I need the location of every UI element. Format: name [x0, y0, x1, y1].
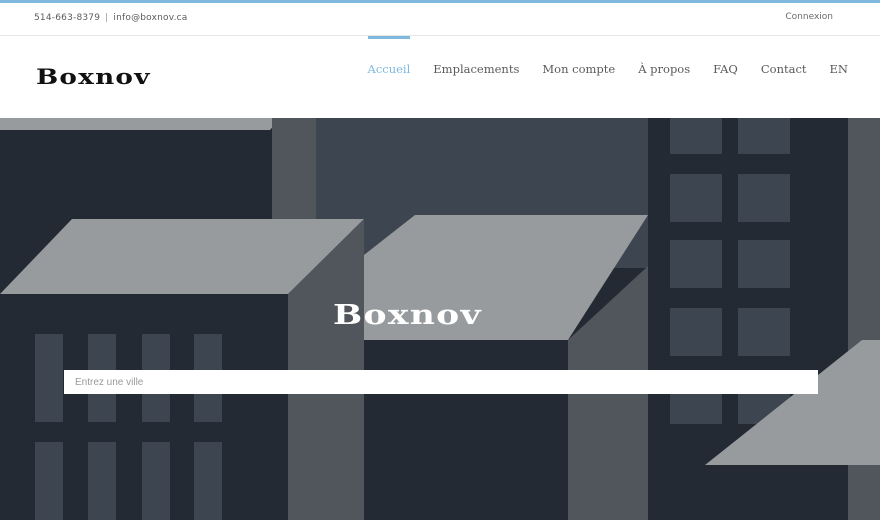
contact-info: 514-663-8379 | info@boxnov.ca [34, 13, 188, 23]
nav-item-mon-compte[interactable]: Mon compte [542, 36, 615, 118]
phone-number[interactable]: 514-663-8379 [34, 13, 100, 23]
main-nav: Accueil Emplacements Mon compte À propos… [345, 36, 848, 118]
site-logo[interactable]: Boxnov [36, 64, 151, 89]
site-header: Boxnov Accueil Emplacements Mon compte À… [0, 36, 880, 118]
hero-logo: Boxnov [333, 300, 482, 331]
hero-banner: Boxnov [0, 118, 880, 520]
top-info-bar: 514-663-8379 | info@boxnov.ca Connexion [0, 3, 880, 36]
email-link[interactable]: info@boxnov.ca [113, 13, 187, 23]
login-link[interactable]: Connexion [785, 12, 833, 22]
city-search-input[interactable] [64, 370, 818, 394]
nav-item-a-propos[interactable]: À propos [638, 36, 690, 118]
separator: | [105, 13, 109, 23]
nav-item-accueil[interactable]: Accueil [367, 36, 410, 118]
nav-item-emplacements[interactable]: Emplacements [433, 36, 519, 118]
nav-item-faq[interactable]: FAQ [713, 36, 738, 118]
nav-item-language[interactable]: EN [830, 36, 848, 118]
nav-item-contact[interactable]: Contact [761, 36, 807, 118]
